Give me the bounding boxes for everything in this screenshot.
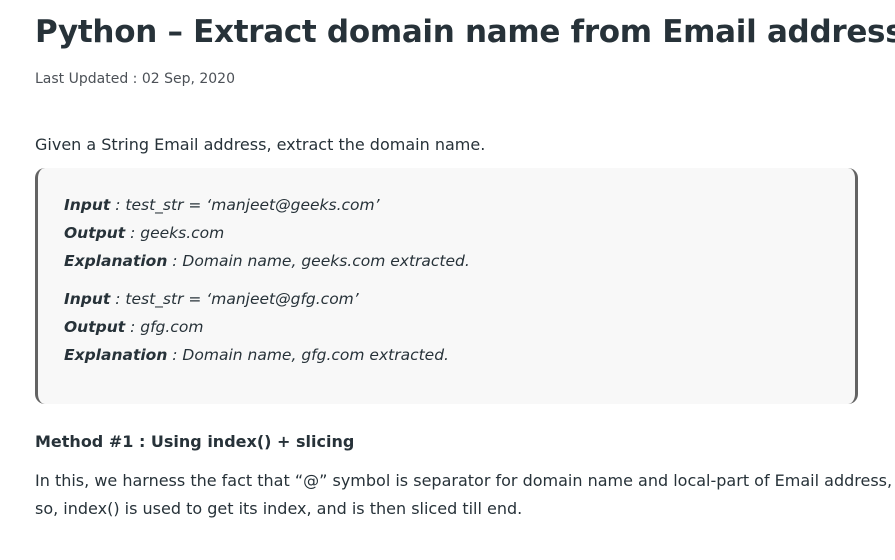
- method-description-line-2: so, index() is used to get its index, an…: [35, 499, 523, 518]
- last-updated-date: Last Updated : 02 Sep, 2020: [35, 71, 235, 87]
- example-2-input-label: Input: [64, 290, 111, 308]
- article-page: Python – Extract domain name from Email …: [0, 0, 895, 560]
- example-2-output-line: Output : gfg.com: [64, 318, 203, 336]
- example-1-input-label: Input: [64, 196, 111, 214]
- method-heading: Method #1 : Using index() + slicing: [35, 432, 355, 451]
- article-title: Python – Extract domain name from Email …: [35, 14, 895, 50]
- example-1-input-line: Input : test_str = ‘manjeet@geeks.com’: [64, 196, 380, 214]
- problem-statement: Given a String Email address, extract th…: [35, 135, 486, 154]
- example-1-input-value: : test_str = ‘manjeet@geeks.com’: [110, 196, 380, 214]
- example-1-output-value: : geeks.com: [125, 224, 225, 242]
- example-2-explanation-line: Explanation : Domain name, gfg.com extra…: [64, 346, 449, 364]
- method-description-line-1: In this, we harness the fact that “@” sy…: [35, 471, 893, 490]
- example-2-output-label: Output: [64, 318, 126, 336]
- method-description: In this, we harness the fact that “@” sy…: [35, 467, 893, 523]
- example-2-input-line: Input : test_str = ‘manjeet@gfg.com’: [64, 290, 359, 308]
- example-2-input-value: : test_str = ‘manjeet@gfg.com’: [110, 290, 359, 308]
- example-2-explanation-value: : Domain name, gfg.com extracted.: [167, 346, 449, 364]
- example-box: Input : test_str = ‘manjeet@geeks.com’ O…: [35, 168, 858, 404]
- example-1-explanation-value: : Domain name, geeks.com extracted.: [167, 252, 470, 270]
- example-2-explanation-label: Explanation: [64, 346, 168, 364]
- example-1-explanation-line: Explanation : Domain name, geeks.com ext…: [64, 252, 470, 270]
- example-1-output-line: Output : geeks.com: [64, 224, 224, 242]
- example-2-output-value: : gfg.com: [125, 318, 204, 336]
- example-1-explanation-label: Explanation: [64, 252, 168, 270]
- example-1-output-label: Output: [64, 224, 126, 242]
